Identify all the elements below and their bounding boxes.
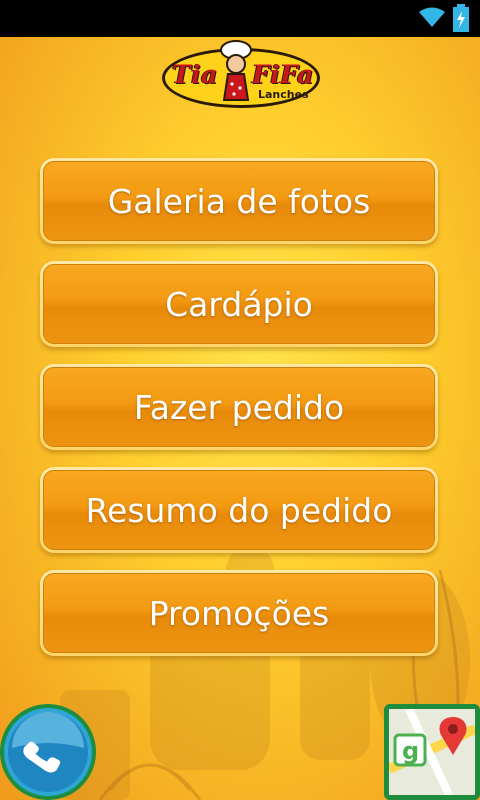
- chef-mascot-icon: [220, 40, 252, 101]
- logo-name-left: Tia: [172, 60, 218, 89]
- phone-icon: [8, 712, 88, 792]
- maps-button[interactable]: g: [384, 704, 480, 800]
- gallery-button[interactable]: Galeria de fotos: [40, 158, 438, 244]
- app-logo: Tia FiFa Lanches: [162, 40, 320, 112]
- menu-card-button[interactable]: Cardápio: [40, 261, 438, 347]
- battery-icon: [453, 4, 469, 32]
- place-order-button-label[interactable]: Fazer pedido: [43, 367, 435, 447]
- promotions-button-label[interactable]: Promoções: [43, 573, 435, 653]
- menu-card-button-label[interactable]: Cardápio: [43, 264, 435, 344]
- svg-text:g: g: [402, 737, 419, 765]
- order-summary-button-label[interactable]: Resumo do pedido: [43, 470, 435, 550]
- google-maps-icon: g: [389, 709, 475, 795]
- logo-name-right: FiFa: [252, 60, 314, 89]
- order-summary-button[interactable]: Resumo do pedido: [40, 467, 438, 553]
- wifi-icon: [419, 7, 445, 27]
- status-bar: [0, 0, 480, 37]
- call-button[interactable]: [0, 704, 96, 800]
- gallery-button-label[interactable]: Galeria de fotos: [43, 161, 435, 241]
- logo-subtitle: Lanches: [258, 88, 309, 101]
- place-order-button[interactable]: Fazer pedido: [40, 364, 438, 450]
- promotions-button[interactable]: Promoções: [40, 570, 438, 656]
